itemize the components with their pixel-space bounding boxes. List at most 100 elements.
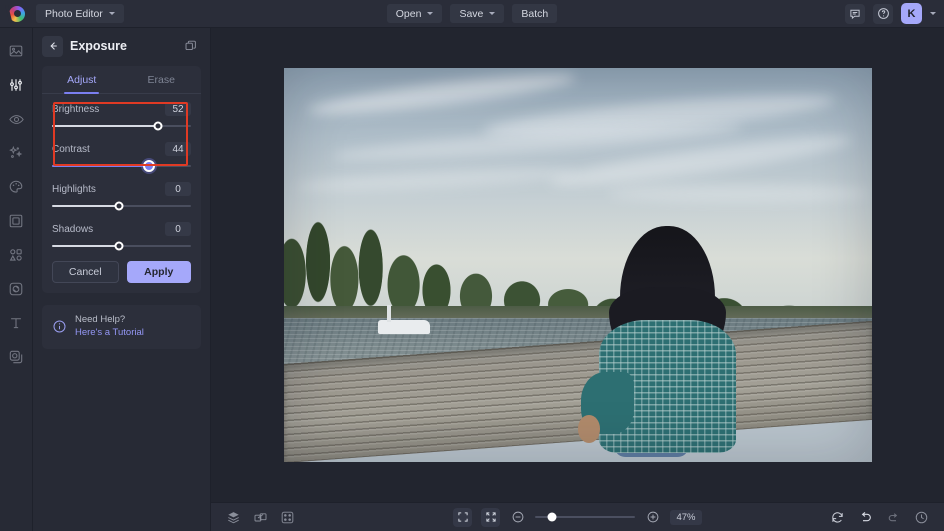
rail-item-shapes[interactable] bbox=[5, 244, 27, 266]
top-bar-center-actions: Open Save Batch bbox=[0, 4, 944, 23]
slider-contrast: Contrast 44 bbox=[52, 142, 191, 173]
cancel-label: Cancel bbox=[69, 266, 102, 278]
chevron-down-icon bbox=[489, 12, 495, 15]
help-link[interactable]: Here's a Tutorial bbox=[75, 327, 144, 340]
panel-tabs: Adjust Erase bbox=[42, 66, 201, 94]
track-fill bbox=[52, 245, 119, 247]
rail-item-effects[interactable] bbox=[5, 142, 27, 164]
layers-overlay-icon bbox=[8, 349, 24, 365]
duplicate-icon bbox=[184, 39, 198, 53]
slider-contrast-handle[interactable] bbox=[143, 160, 155, 172]
track-fill bbox=[52, 165, 149, 167]
slider-shadows-track[interactable] bbox=[52, 239, 191, 253]
rail-item-text[interactable] bbox=[5, 312, 27, 334]
undo-icon bbox=[858, 510, 873, 525]
tab-erase[interactable]: Erase bbox=[122, 66, 202, 93]
reset-icon bbox=[830, 510, 845, 525]
top-bar: Photo Editor Open Save Batch bbox=[0, 0, 944, 28]
duplicate-button[interactable] bbox=[181, 36, 201, 56]
slider-contrast-track[interactable] bbox=[52, 159, 191, 173]
help-button[interactable] bbox=[873, 4, 893, 24]
frame-crop-icon bbox=[8, 213, 24, 229]
eye-icon bbox=[8, 111, 25, 128]
tab-adjust-label: Adjust bbox=[67, 74, 96, 86]
panel-title: Exposure bbox=[70, 39, 174, 53]
tab-adjust[interactable]: Adjust bbox=[42, 66, 122, 93]
canvas-area[interactable] bbox=[211, 28, 944, 502]
open-button[interactable]: Open bbox=[387, 4, 443, 23]
batch-button[interactable]: Batch bbox=[512, 4, 557, 23]
slider-shadows-handle[interactable] bbox=[114, 242, 123, 251]
text-icon bbox=[8, 315, 24, 331]
tool-panel: Exposure Adjust Erase Brightness 52 bbox=[33, 28, 211, 531]
zoom-out-button[interactable] bbox=[509, 509, 526, 526]
photo-image[interactable] bbox=[284, 68, 872, 462]
slider-shadows: Shadows 0 bbox=[52, 222, 191, 253]
zoom-in-button[interactable] bbox=[644, 509, 661, 526]
panel-actions: Cancel Apply bbox=[42, 255, 201, 283]
slider-highlights-value[interactable]: 0 bbox=[165, 182, 191, 196]
photo-treeline-left bbox=[284, 174, 602, 316]
cloud bbox=[607, 185, 872, 202]
undo-button[interactable] bbox=[857, 509, 874, 526]
slider-brightness-label: Brightness bbox=[52, 104, 99, 115]
help-title: Need Help? bbox=[75, 314, 144, 327]
zoom-level-value[interactable]: 47% bbox=[670, 510, 701, 525]
apply-button[interactable]: Apply bbox=[127, 261, 192, 283]
history-controls bbox=[829, 509, 930, 526]
fit-to-screen-button[interactable] bbox=[453, 508, 472, 527]
top-bar-right-actions: K bbox=[845, 3, 936, 24]
rail-item-image[interactable] bbox=[5, 40, 27, 62]
info-circle-icon bbox=[52, 319, 67, 334]
account-chevron-down-icon[interactable] bbox=[930, 12, 936, 15]
adjust-card: Adjust Erase Brightness 52 bbox=[42, 66, 201, 293]
slider-highlights-track[interactable] bbox=[52, 199, 191, 213]
rail-item-retouch[interactable] bbox=[5, 108, 27, 130]
rail-item-overlay[interactable] bbox=[5, 346, 27, 368]
zoom-slider-track[interactable] bbox=[535, 511, 635, 523]
avatar[interactable]: K bbox=[901, 3, 922, 24]
apply-label: Apply bbox=[144, 266, 173, 278]
aperture-filter-icon bbox=[8, 281, 24, 297]
history-button[interactable] bbox=[913, 509, 930, 526]
tool-rail bbox=[0, 28, 33, 531]
slider-shadows-value[interactable]: 0 bbox=[165, 222, 191, 236]
rail-item-filters[interactable] bbox=[5, 278, 27, 300]
save-label: Save bbox=[459, 8, 483, 20]
sliders-icon bbox=[8, 77, 24, 93]
slider-highlights-label: Highlights bbox=[52, 184, 96, 195]
track-fill bbox=[52, 125, 158, 127]
palette-icon bbox=[8, 179, 24, 195]
actual-size-icon bbox=[485, 511, 497, 523]
rail-item-adjust[interactable] bbox=[5, 74, 27, 96]
comment-icon bbox=[849, 8, 861, 20]
rail-item-crop[interactable] bbox=[5, 210, 27, 232]
tab-erase-label: Erase bbox=[148, 74, 175, 86]
cloud bbox=[307, 68, 578, 121]
open-label: Open bbox=[396, 8, 422, 20]
back-button[interactable] bbox=[42, 36, 63, 57]
cancel-button[interactable]: Cancel bbox=[52, 261, 119, 283]
slider-highlights-handle[interactable] bbox=[114, 202, 123, 211]
batch-label: Batch bbox=[521, 8, 548, 20]
redo-button[interactable] bbox=[885, 509, 902, 526]
track-fill bbox=[52, 205, 119, 207]
fit-screen-icon bbox=[457, 511, 469, 523]
help-card[interactable]: Need Help? Here's a Tutorial bbox=[42, 305, 201, 349]
shapes-icon bbox=[8, 247, 24, 263]
slider-brightness-track[interactable] bbox=[52, 119, 191, 133]
feedback-button[interactable] bbox=[845, 4, 865, 24]
slider-brightness-value[interactable]: 52 bbox=[165, 102, 191, 116]
slider-shadows-label: Shadows bbox=[52, 224, 93, 235]
save-button[interactable]: Save bbox=[450, 4, 504, 23]
actual-size-button[interactable] bbox=[481, 508, 500, 527]
rail-item-color[interactable] bbox=[5, 176, 27, 198]
slider-contrast-value[interactable]: 44 bbox=[165, 142, 191, 156]
zoom-slider-handle[interactable] bbox=[548, 513, 557, 522]
slider-brightness-handle[interactable] bbox=[153, 122, 162, 131]
photo-boat bbox=[378, 320, 431, 333]
bottom-bar: 47% bbox=[211, 502, 944, 531]
sparkles-icon bbox=[8, 145, 24, 161]
reset-button[interactable] bbox=[829, 509, 846, 526]
person-hand bbox=[578, 415, 601, 443]
